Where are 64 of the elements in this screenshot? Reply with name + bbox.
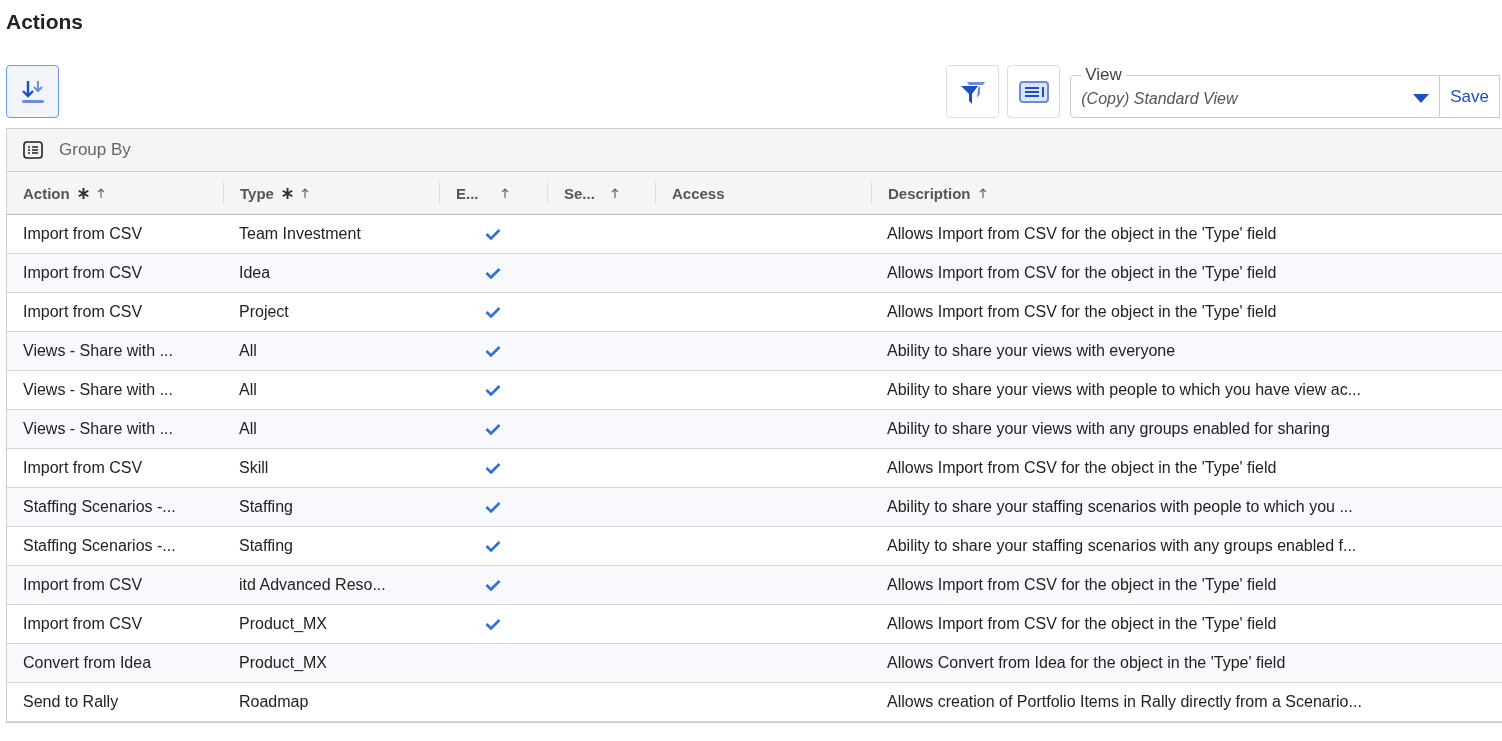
column-header[interactable]: Se... — [564, 184, 595, 202]
table-cell-text: Import from CSV — [22, 225, 144, 243]
table-cell-text: Ability to share your views with people to which you have view ac... — [886, 381, 1362, 399]
column-header[interactable]: Action — [23, 184, 70, 202]
sort-arrow-icon[interactable] — [978, 187, 987, 199]
table-cell-text: Send to Rally — [22, 693, 120, 711]
table-cell-text: Ability to share your views with everyone — [886, 342, 1177, 360]
column-header[interactable]: Description — [888, 184, 971, 202]
sort-arrow-icon[interactable] — [611, 187, 619, 199]
table-cell-text: Project — [238, 303, 290, 321]
table-cell-text: Allows creation of Portfolio Items in Rally directly from a Scenario... — [886, 693, 1363, 711]
table-cell-text: Import from CSV — [22, 459, 144, 477]
table-cell-text: Allows Import from CSV for the object in the 'Type' field — [886, 264, 1278, 282]
table-cell-text: Allows Convert from Idea for the object in the 'Type' field — [886, 654, 1287, 672]
filter-button[interactable] — [946, 65, 1000, 118]
table-cell-text: Ability to share your staffing scenarios with people to which you ... — [886, 498, 1354, 516]
table-cell-text: Staffing Scenarios -... — [22, 498, 177, 516]
table-cell-text: Team Investment — [238, 225, 362, 243]
sort-arrow-icon[interactable] — [96, 187, 105, 199]
asterisk-icon — [77, 187, 89, 199]
table-cell-text: Staffing — [238, 537, 294, 555]
columns-button[interactable] — [1007, 65, 1061, 118]
table-cell-text: Skill — [238, 459, 270, 477]
table-cell-text: Product_MX — [238, 654, 329, 672]
table-cell-text: All — [238, 342, 258, 360]
table-cell-text: Import from CSV — [22, 615, 144, 633]
table-cell-text: Import from CSV — [22, 303, 144, 321]
table-cell-text: All — [238, 420, 258, 438]
column-header[interactable]: Type — [240, 184, 274, 202]
table-cell-text: Roadmap — [238, 693, 310, 711]
view-dropdown[interactable]: View (Copy) Standard View — [1070, 66, 1441, 118]
table-cell-text: Allows Import from CSV for the object in the 'Type' field — [886, 225, 1278, 243]
table-cell-text: Allows Import from CSV for the object in the 'Type' field — [886, 576, 1278, 594]
caret-icon — [1413, 93, 1430, 104]
download-icon — [19, 78, 46, 105]
column-header[interactable]: Access — [672, 184, 725, 202]
table-cell-text: Allows Import from CSV for the object in the 'Type' field — [886, 615, 1278, 633]
table-cell-text: Product_MX — [238, 615, 329, 633]
export-button[interactable] — [6, 65, 59, 118]
table-cell-text: Allows Import from CSV for the object in the 'Type' field — [886, 303, 1278, 321]
table-cell-text: Allows Import from CSV for the object in the 'Type' field — [886, 459, 1278, 477]
table-cell-text: Import from CSV — [22, 264, 144, 282]
table-cell-text: Ability to share your views with any groups enabled for sharing — [886, 420, 1331, 438]
table-cell-text: Views - Share with ... — [22, 420, 174, 438]
table-cell-text: Views - Share with ... — [22, 342, 174, 360]
table-cell-text: Staffing Scenarios -... — [22, 537, 177, 555]
table-cell-text: Staffing — [238, 498, 294, 516]
table-cell-text: Views - Share with ... — [22, 381, 174, 399]
table-cell-text: Import from CSV — [22, 576, 144, 594]
table-cell-text: All — [238, 381, 258, 399]
list-card-icon — [1018, 80, 1049, 103]
table-cell-text: itd Advanced Reso... — [238, 576, 387, 594]
sort-arrow-icon[interactable] — [501, 187, 509, 199]
group-by-label[interactable]: Group By — [59, 140, 131, 160]
group-list-icon[interactable] — [23, 141, 43, 159]
asterisk-icon — [281, 187, 293, 199]
table-cell-text: Ability to share your staffing scenarios with any groups enabled f... — [886, 537, 1358, 555]
column-header[interactable]: E... — [456, 184, 479, 202]
page-title: Actions — [6, 9, 84, 35]
view-label: View — [1084, 66, 1123, 84]
sort-arrow-icon[interactable] — [300, 187, 309, 199]
table-cell-text: Convert from Idea — [22, 654, 153, 672]
table-cell-text: Idea — [238, 264, 272, 282]
save-button[interactable]: Save — [1440, 75, 1500, 118]
